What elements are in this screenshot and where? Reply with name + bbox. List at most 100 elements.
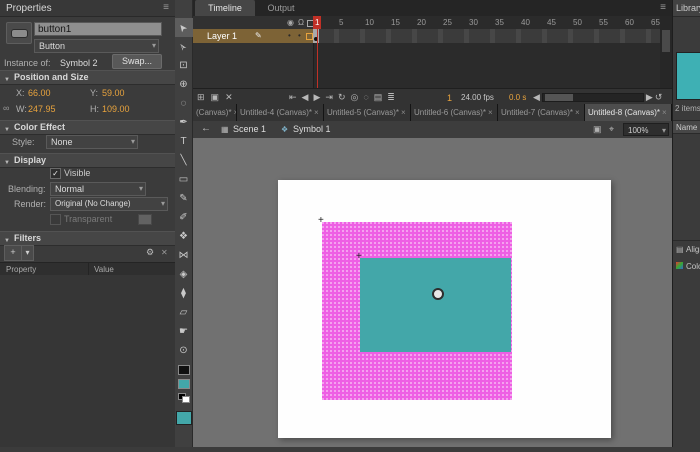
close-icon[interactable]: × bbox=[401, 108, 406, 117]
blending-dropdown[interactable]: Normal ▾ bbox=[50, 182, 146, 196]
first-frame-button[interactable]: ⇤ bbox=[289, 92, 297, 103]
render-dropdown[interactable]: Original (No Change) ▾ bbox=[50, 197, 168, 211]
doc-tab-6-active[interactable]: Untitled-8 (Canvas)*× bbox=[585, 104, 672, 121]
timeline-horizontal-scrollbar[interactable] bbox=[542, 93, 644, 102]
section-display[interactable]: ▼ Display bbox=[0, 153, 175, 168]
tab-output[interactable]: Output bbox=[257, 0, 305, 16]
breadcrumb-scene[interactable]: Scene 1 bbox=[233, 124, 266, 134]
last-frame-button[interactable]: ⇥ bbox=[325, 92, 333, 103]
stroke-color-chip[interactable] bbox=[178, 365, 190, 375]
visible-checkbox[interactable]: ✓ bbox=[50, 168, 61, 179]
timeline-vertical-scrollbar[interactable] bbox=[660, 16, 672, 88]
back-arrow-icon[interactable]: ← bbox=[201, 123, 211, 134]
inner-rectangle-teal[interactable] bbox=[360, 258, 511, 352]
frame-rate-value[interactable]: 24.00 fps bbox=[461, 93, 494, 102]
x-value[interactable]: 66.00 bbox=[28, 88, 51, 98]
delete-filter-icon[interactable]: ✕ bbox=[161, 248, 168, 257]
section-color-effect[interactable]: ▼ Color Effect bbox=[0, 120, 175, 135]
layer-outline-color-swatch[interactable] bbox=[306, 33, 313, 40]
tab-timeline[interactable]: Timeline bbox=[195, 0, 255, 16]
rectangle-tool[interactable]: ▭ bbox=[175, 170, 193, 189]
scroll-left-button[interactable]: ◀ bbox=[533, 92, 540, 103]
canvas-workspace[interactable]: + + bbox=[193, 138, 672, 447]
instance-type-dropdown[interactable]: Button ▾ bbox=[34, 39, 159, 53]
bone-tool[interactable]: ⋈ bbox=[175, 246, 193, 265]
scrollbar-thumb[interactable] bbox=[545, 94, 573, 101]
show-hide-eye-icon[interactable]: ◉ bbox=[287, 18, 294, 27]
color-panel-label[interactable]: Color bbox=[686, 262, 700, 271]
subselection-tool[interactable]: ➢ bbox=[175, 37, 193, 56]
doc-tab-2[interactable]: Untitled-4 (Canvas)*× bbox=[237, 104, 324, 121]
align-panel-label[interactable]: Align bbox=[686, 245, 700, 254]
doc-tab-1[interactable]: (Canvas)*× bbox=[193, 104, 237, 121]
filter-options-gear-icon[interactable]: ⚙ bbox=[146, 247, 154, 258]
new-folder-button[interactable]: ▣ bbox=[211, 92, 220, 103]
text-tool[interactable]: T bbox=[175, 132, 193, 151]
pencil-tool[interactable]: ✎ bbox=[175, 189, 193, 208]
edit-multiple-frames-button[interactable]: ▤ bbox=[374, 92, 383, 103]
library-panel-header[interactable]: Library bbox=[673, 0, 700, 17]
onion-skin-outline-button[interactable]: ◌ bbox=[363, 92, 368, 102]
section-filters[interactable]: ▼ Filters bbox=[0, 231, 175, 246]
instance-name-input[interactable] bbox=[34, 22, 162, 36]
zoom-select[interactable]: 100% ▾ bbox=[623, 123, 669, 136]
color-panel-icon[interactable] bbox=[676, 262, 683, 269]
doc-tab-4[interactable]: Untitled-6 (Canvas)*× bbox=[411, 104, 498, 121]
layer-row[interactable]: Layer 1 ✎ • • bbox=[193, 29, 313, 43]
y-value[interactable]: 59.00 bbox=[102, 88, 125, 98]
center-frame-icon[interactable]: ⌖ bbox=[609, 124, 614, 135]
eyedropper-tool[interactable]: ⧫ bbox=[175, 284, 193, 303]
3d-rotation-tool[interactable]: ⊕ bbox=[175, 75, 193, 94]
line-tool[interactable]: ╲ bbox=[175, 151, 193, 170]
layer-frames[interactable] bbox=[313, 29, 660, 43]
panel-menu-icon[interactable]: ≡ bbox=[163, 2, 169, 13]
panel-thumbnail[interactable] bbox=[674, 416, 700, 446]
align-panel-icon[interactable]: ▤ bbox=[676, 245, 684, 254]
frame-ruler[interactable]: 1 5 10 15 20 25 30 35 40 45 50 55 60 65 bbox=[313, 16, 660, 30]
default-colors-icon[interactable] bbox=[178, 393, 190, 403]
close-icon[interactable]: × bbox=[662, 108, 667, 117]
deco-tool[interactable]: ❖ bbox=[175, 227, 193, 246]
close-icon[interactable]: × bbox=[575, 108, 580, 117]
lock-icon[interactable]: Ω bbox=[298, 18, 304, 27]
constrain-link-icon[interactable]: ∞ bbox=[3, 103, 9, 113]
w-value[interactable]: 247.95 bbox=[28, 104, 56, 114]
fill-color-chip[interactable] bbox=[178, 379, 190, 389]
transform-point[interactable] bbox=[432, 288, 444, 300]
swap-button[interactable]: Swap... bbox=[112, 54, 162, 69]
layer-visibility-dot[interactable]: • bbox=[288, 31, 291, 40]
new-layer-button[interactable]: ⊞ bbox=[197, 92, 205, 103]
lasso-tool[interactable]: ◌ bbox=[175, 94, 193, 113]
delete-layer-button[interactable]: ✕ bbox=[225, 92, 233, 103]
pen-tool[interactable]: ✒ bbox=[175, 113, 193, 132]
section-position-size[interactable]: ▼ Position and Size bbox=[0, 70, 175, 85]
timeline-menu-icon[interactable]: ≡ bbox=[660, 2, 666, 13]
doc-tab-5[interactable]: Untitled-7 (Canvas)*× bbox=[498, 104, 585, 121]
doc-tab-3[interactable]: Untitled-5 (Canvas)*× bbox=[324, 104, 411, 121]
current-frame-value[interactable]: 1 bbox=[447, 93, 452, 103]
close-icon[interactable]: × bbox=[314, 108, 319, 117]
playhead-marker[interactable]: 1 bbox=[313, 16, 321, 29]
edit-symbols-icon[interactable]: ▣ bbox=[593, 124, 602, 135]
elapsed-time-value[interactable]: 0.0 s bbox=[509, 93, 526, 102]
add-filter-button[interactable]: + bbox=[4, 245, 22, 261]
reset-timeline-zoom-button[interactable]: ↺ bbox=[655, 92, 663, 103]
style-dropdown[interactable]: None ▾ bbox=[46, 135, 138, 149]
paint-bucket-tool[interactable]: ◈ bbox=[175, 265, 193, 284]
playhead-line[interactable] bbox=[317, 29, 318, 88]
zoom-tool[interactable]: ⊙ bbox=[175, 341, 193, 360]
step-back-button[interactable]: ◀ bbox=[302, 92, 309, 103]
selection-tool[interactable]: ➤ bbox=[175, 18, 193, 37]
selected-fill-swatch[interactable] bbox=[176, 411, 192, 425]
add-filter-dropdown-icon[interactable]: ▾ bbox=[21, 245, 34, 261]
breadcrumb-symbol[interactable]: Symbol 1 bbox=[293, 124, 331, 134]
loop-button[interactable]: ↻ bbox=[338, 92, 346, 103]
layer-name[interactable]: Layer 1 bbox=[207, 31, 237, 41]
close-icon[interactable]: × bbox=[488, 108, 493, 117]
keyframe-cell[interactable] bbox=[313, 29, 319, 43]
play-button[interactable]: ▶ bbox=[313, 92, 320, 103]
hand-tool[interactable]: ☛ bbox=[175, 322, 193, 341]
scrollbar-thumb[interactable] bbox=[662, 30, 670, 52]
free-transform-tool[interactable]: ⊡ bbox=[175, 56, 193, 75]
onion-skin-button[interactable]: ◎ bbox=[350, 92, 358, 103]
